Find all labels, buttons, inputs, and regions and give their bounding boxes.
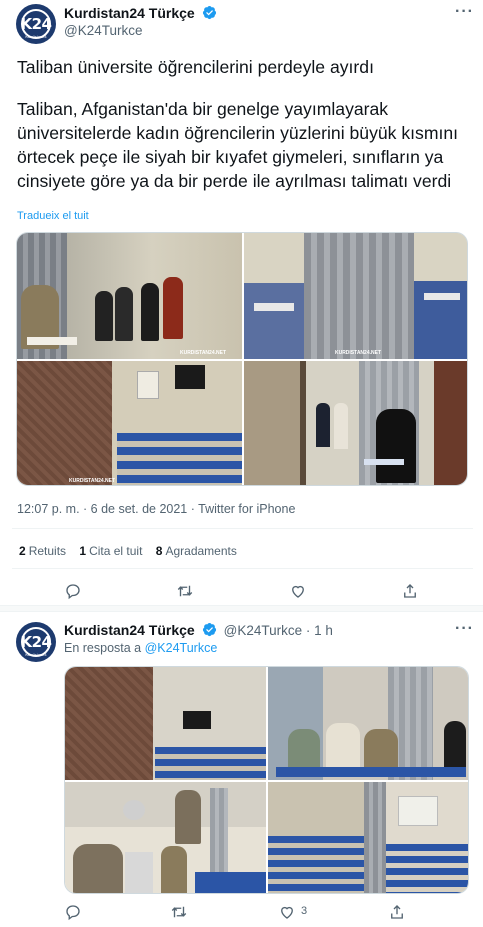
photo-classroom-woman-niqab[interactable]	[244, 361, 467, 485]
author-handle[interactable]: @K24Turkce · 1 h	[224, 623, 333, 638]
photo-classroom-divided-empty[interactable]	[268, 782, 468, 893]
retweet-icon[interactable]	[170, 903, 188, 921]
photo-classroom-curtain-empty[interactable]: KURDISTAN24.NET	[244, 233, 467, 359]
like-icon[interactable]	[278, 903, 296, 921]
verified-icon	[203, 5, 217, 20]
retweets-stat[interactable]: 2 Retuits	[19, 544, 66, 558]
watermark: KURDISTAN24.NET	[334, 350, 381, 356]
photo-classroom-curtain-desks[interactable]	[65, 667, 266, 780]
reply-context: En resposta a @K24Turkce	[64, 641, 218, 655]
avatar-sub: Kurdistan24	[25, 34, 47, 39]
translate-link[interactable]: Tradueix el tuit	[17, 210, 89, 222]
photo-classroom-men-students[interactable]	[268, 667, 468, 780]
more-icon[interactable]: ···	[455, 620, 474, 638]
share-icon[interactable]	[401, 582, 419, 600]
divider	[12, 568, 473, 569]
avatar[interactable]: K24 Kurdistan24	[16, 622, 56, 662]
tweet-body: Taliban, Afganistan'da bir genelge yayım…	[17, 99, 459, 191]
tweet-headline: Taliban üniversite öğrencilerini perdeyl…	[17, 57, 374, 77]
like-icon[interactable]	[289, 582, 307, 600]
avatar[interactable]: K24 Kurdistan24	[16, 4, 56, 44]
retweet-icon[interactable]	[176, 582, 194, 600]
media-grid[interactable]: KURDISTAN24.NET KURDISTAN24.NET KURDISTA…	[16, 232, 468, 486]
like-count: 3	[301, 905, 308, 917]
quotes-stat[interactable]: 1 Cita el tuit	[79, 544, 142, 558]
reply-icon[interactable]	[64, 903, 82, 921]
author-handle[interactable]: @K24Turkce	[64, 23, 142, 38]
photo-classroom-tv-curtain[interactable]: KURDISTAN24.NET	[17, 361, 242, 485]
tweet-separator	[0, 605, 483, 612]
author-name[interactable]: Kurdistan24 Türkçe	[64, 5, 195, 21]
verified-icon	[203, 622, 217, 637]
photo-classroom-curtain-students[interactable]: KURDISTAN24.NET	[17, 233, 242, 359]
tweet-stats: 2 Retuits 1 Cita el tuit 8 Agradaments	[19, 544, 247, 558]
author-line[interactable]: Kurdistan24 Türkçe @K24Turkce · 1 h	[64, 622, 333, 640]
reply-to-link[interactable]: @K24Turkce	[145, 641, 218, 655]
watermark: KURDISTAN24.NET	[179, 350, 226, 356]
tweet-timestamp[interactable]: 12:07 p. m. · 6 de set. de 2021 · Twitte…	[17, 502, 295, 516]
avatar-sub: Kurdistan24	[25, 652, 47, 657]
photo-men-hanging-curtain[interactable]	[65, 782, 266, 893]
media-grid[interactable]	[64, 666, 469, 894]
author-name[interactable]: Kurdistan24 Türkçe	[64, 622, 195, 638]
likes-stat[interactable]: 8 Agradaments	[156, 544, 237, 558]
divider	[12, 528, 473, 529]
share-icon[interactable]	[388, 903, 406, 921]
watermark: KURDISTAN24.NET	[69, 478, 116, 484]
more-icon[interactable]: ···	[455, 3, 474, 21]
author-line[interactable]: Kurdistan24 Türkçe	[64, 5, 217, 23]
reply-icon[interactable]	[64, 582, 82, 600]
